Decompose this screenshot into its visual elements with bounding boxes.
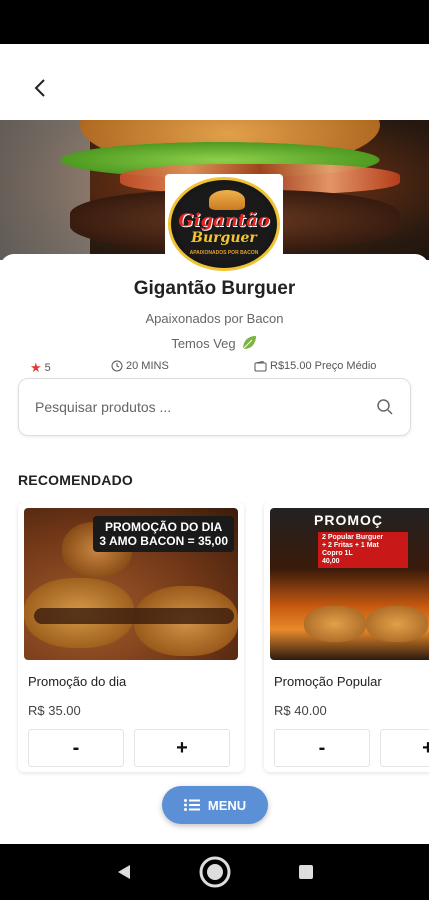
decrease-button[interactable]: - (274, 729, 370, 767)
square-recents-icon (298, 865, 313, 879)
increase-button[interactable]: + (380, 729, 429, 767)
star-icon: ★ (30, 360, 42, 375)
nav-recents-button[interactable] (289, 855, 323, 889)
product-card[interactable]: PROMOÇ 2 Popular Burguer + 2 Fritas + 1 … (264, 502, 429, 772)
back-button[interactable] (26, 74, 54, 102)
average-price: R$15.00 Preço Médio (254, 360, 376, 372)
veg-label: Temos Veg (0, 334, 429, 352)
search-box[interactable] (18, 378, 411, 436)
store-tagline: Apaixonados por Bacon (145, 311, 284, 326)
app-screen: Gigantão Burguer APAIXONADOS POR BACON G… (0, 44, 429, 844)
store-name: Gigantão Burguer (133, 278, 296, 299)
product-carousel[interactable]: PROMOÇÃO DO DIA 3 AMO BACON = 35,00 Prom… (0, 502, 429, 782)
promo-box: 2 Popular Burguer + 2 Fritas + 1 Mat Cop… (318, 532, 408, 568)
store-logo: Gigantão Burguer APAIXONADOS POR BACON (165, 174, 283, 274)
system-nav-bar (0, 844, 429, 900)
search-icon[interactable] (376, 398, 394, 416)
leaf-icon (242, 336, 256, 350)
triangle-back-icon (117, 865, 130, 879)
clock-icon (111, 360, 123, 372)
product-price: R$ 40.00 (274, 703, 327, 718)
chevron-left-icon (34, 79, 45, 97)
product-name: Promoção do dia (28, 674, 127, 689)
delivery-time: 20 MINS (111, 360, 169, 372)
status-bar (0, 0, 429, 44)
rating: ★ 5 (30, 360, 51, 375)
product-image: PROMOÇÃO DO DIA 3 AMO BACON = 35,00 (24, 508, 238, 660)
product-price: R$ 35.00 (28, 703, 81, 718)
product-name: Promoção Popular (274, 674, 382, 689)
search-input[interactable] (35, 399, 376, 415)
promo-banner: PROMOÇÃO DO DIA 3 AMO BACON = 35,00 (93, 516, 234, 552)
product-card[interactable]: PROMOÇÃO DO DIA 3 AMO BACON = 35,00 Prom… (18, 502, 244, 772)
burger-logo-icon (209, 190, 245, 210)
circle-home-icon (199, 856, 230, 888)
product-image: PROMOÇ 2 Popular Burguer + 2 Fritas + 1 … (270, 508, 429, 660)
section-title: RECOMENDADO (18, 472, 133, 488)
decrease-button[interactable]: - (28, 729, 124, 767)
nav-back-button[interactable] (107, 855, 141, 889)
store-stats: ★ 5 20 MINS R$15.00 Preço Médio (0, 360, 429, 378)
menu-button[interactable]: MENU (162, 786, 268, 824)
nav-home-button[interactable] (198, 855, 232, 889)
wallet-icon (254, 360, 267, 371)
store-info-panel: Gigantão Burguer Apaixonados por Bacon T… (0, 254, 429, 844)
list-icon (183, 799, 200, 811)
increase-button[interactable]: + (134, 729, 230, 767)
